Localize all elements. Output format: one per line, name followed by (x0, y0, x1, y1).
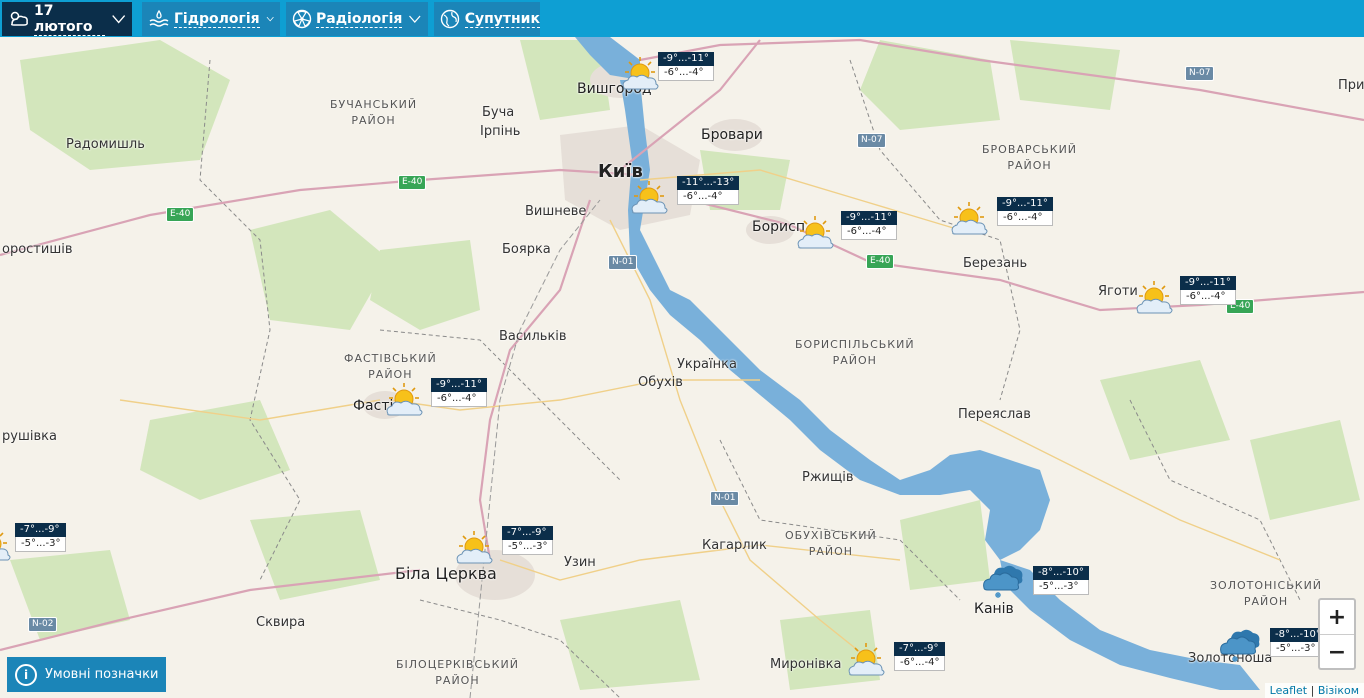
place-label-bucha: Буча (482, 105, 515, 120)
sun-cloud-icon (844, 640, 888, 680)
map-attribution: Leaflet | Візіком (1264, 683, 1364, 698)
place-label-berezan: Березань (963, 256, 1028, 271)
leaflet-link[interactable]: Leaflet (1270, 684, 1307, 697)
globe-icon (440, 7, 461, 31)
chevron-down-icon (111, 15, 125, 24)
snow-cloud-icon (980, 558, 1024, 598)
provider-link[interactable]: Візіком (1318, 684, 1359, 697)
snow-cloud-icon (1217, 622, 1261, 662)
sun-cloud-icon (627, 178, 671, 218)
place-label-brovary: Бровари (701, 127, 763, 143)
road-shield-e40: E-40 (398, 175, 427, 190)
road-shield-n01: N-01 (608, 255, 638, 270)
day-temp: -8°...-10° (1033, 566, 1089, 580)
night-temp: -6°...-4° (677, 190, 740, 205)
zoom-control: + − (1318, 598, 1356, 670)
place-label-druzhivka: рушівка (2, 429, 57, 444)
district-label-brovarskyi: БРОВАРСЬКИЙ РАЙОН (982, 143, 1078, 172)
district-label-fastivskyi: ФАСТІВСЬКИЙ РАЙОН (344, 352, 437, 381)
sun-cloud-icon (947, 199, 991, 239)
chevron-down-icon (409, 15, 421, 23)
zoom-in-button[interactable]: + (1320, 600, 1354, 635)
place-label-irpin: Ірпінь (480, 124, 521, 139)
place-label-skvyra: Сквира (256, 615, 306, 630)
satellite-menu[interactable]: Супутник (434, 2, 540, 36)
road-shield-n02: N-02 (28, 617, 58, 632)
place-label-boiarka: Боярка (502, 242, 551, 257)
waves-icon (148, 7, 170, 31)
day-temp: -9°...-11° (997, 197, 1053, 211)
place-label-myronivka: Миронівка (770, 657, 842, 672)
day-temp: -7°...-9° (15, 523, 67, 537)
zoom-out-button[interactable]: − (1320, 635, 1354, 669)
place-label-ukrainka: Українка (677, 357, 737, 372)
sun-cloud-icon (0, 525, 14, 565)
road-shield-n07: N-07 (1185, 66, 1215, 81)
weather-icon (8, 7, 30, 31)
night-temp: -6°...-4° (658, 66, 714, 81)
sun-cloud-icon (382, 380, 426, 420)
road-shield-e40: E-40 (866, 254, 895, 269)
night-temp: -5°...-3° (1033, 580, 1089, 595)
hydrology-label: Гідрологія (174, 10, 260, 28)
district-label-boryspilskyi: БОРИСПІЛЬСЬКИЙ РАЙОН (795, 338, 915, 367)
night-temp: -6°...-4° (841, 225, 897, 240)
legend-button[interactable]: i Умовні позначки (7, 657, 166, 692)
radiation-icon (292, 7, 312, 31)
place-label-pry: При (1338, 78, 1364, 93)
attribution-separator: | (1307, 684, 1318, 697)
place-label-korostyshiv: оростишів (2, 242, 73, 257)
radiology-label: Радіологія (316, 10, 403, 28)
night-temp: -6°...-4° (894, 656, 946, 671)
night-temp: -5°...-3° (502, 540, 554, 555)
day-temp: -7°...-9° (894, 642, 946, 656)
top-toolbar: 17 лютого Гідрологія Радіологія Супутник (0, 0, 1364, 37)
place-label-kaharlyk: Кагарлик (702, 538, 767, 553)
district-label-zolotoniskyi: ЗОЛОТОНІСЬКИЙ РАЙОН (1210, 579, 1323, 608)
place-label-kaniv: Канів (974, 601, 1014, 617)
info-icon: i (15, 663, 37, 686)
night-temp: -6°...-4° (997, 211, 1053, 226)
day-temp: -9°...-11° (658, 52, 714, 66)
district-label-buchanskyi: БУЧАНСЬКИЙ РАЙОН (330, 98, 418, 127)
district-label-bilotserkivskyi: БІЛОЦЕРКІВСЬКИЙ РАЙОН (396, 658, 519, 687)
place-label-vyshneve: Вишневе (525, 204, 587, 219)
legend-label: Умовні позначки (45, 667, 159, 682)
day-temp: -9°...-11° (841, 211, 897, 225)
day-temp: -11°...-13° (677, 176, 740, 190)
place-label-pereiaslav: Переяслав (958, 407, 1031, 422)
place-label-vasylkiv: Васильків (499, 329, 567, 344)
date-label: 17 лютого (34, 3, 105, 36)
chevron-down-icon (266, 16, 274, 22)
day-temp: -9°...-11° (1180, 276, 1236, 290)
night-temp: -6°...-4° (431, 392, 487, 407)
map-background[interactable] (0, 0, 1364, 698)
radiology-menu[interactable]: Радіологія (286, 2, 428, 36)
place-label-rzhyshchiv: Ржищів (802, 470, 854, 485)
hydrology-menu[interactable]: Гідрологія (142, 2, 280, 36)
day-temp: -9°...-11° (431, 378, 487, 392)
night-temp: -6°...-4° (1180, 290, 1236, 305)
day-temp: -7°...-9° (502, 526, 554, 540)
sun-cloud-icon (452, 528, 496, 568)
road-shield-n01: N-01 (710, 491, 740, 506)
date-selector[interactable]: 17 лютого (2, 2, 132, 36)
road-shield-e40: E-40 (166, 207, 195, 222)
sun-cloud-icon (1132, 278, 1176, 318)
sun-cloud-icon (618, 54, 662, 94)
place-label-obukhiv: Обухів (638, 375, 683, 390)
place-label-uzyn: Узин (564, 555, 596, 570)
sun-cloud-icon (793, 213, 837, 253)
satellite-label: Супутник (464, 10, 540, 28)
night-temp: -5°...-3° (15, 537, 67, 552)
district-label-obukhivskyi: ОБУХІВСЬКИЙ РАЙОН (785, 529, 877, 558)
road-shield-n07: N-07 (857, 133, 887, 148)
place-label-radomyshl: Радомишль (66, 137, 145, 152)
